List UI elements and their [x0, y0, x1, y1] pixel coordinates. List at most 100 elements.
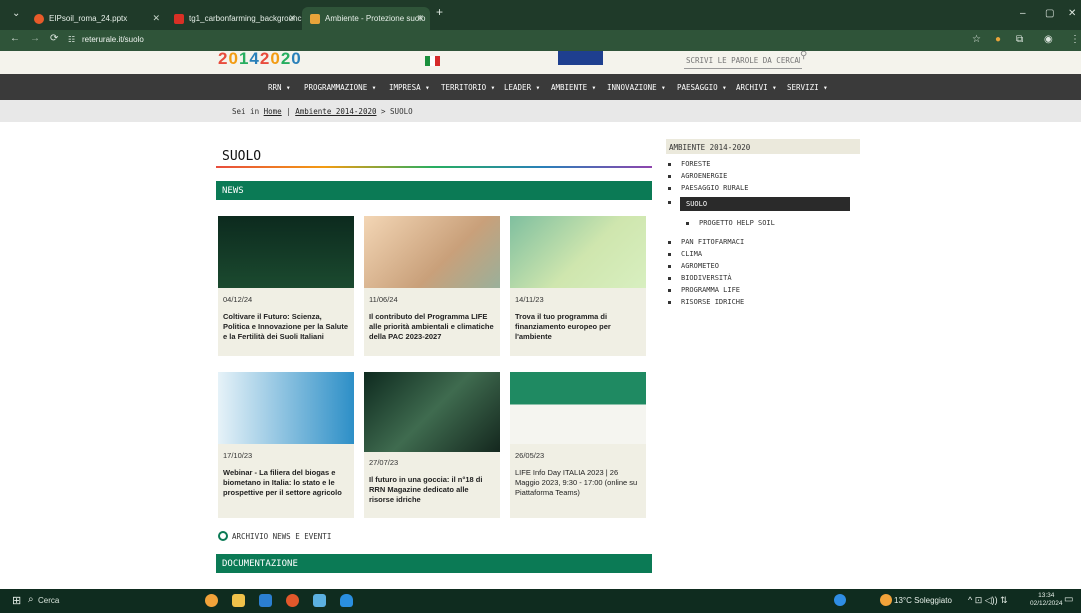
news-card-image	[218, 216, 354, 288]
forward-arrow-icon[interactable]: →	[30, 33, 40, 44]
address-bar: ← → ⟳ ☷ reterurale.it/suolo ☆ ● ⧉ ◉ ⋮	[0, 30, 1081, 51]
news-card-title[interactable]: LIFE Info Day ITALIA 2023 | 26 Maggio 20…	[515, 468, 641, 498]
site-logo[interactable]: 20142020	[218, 51, 302, 69]
web-page: 20142020 ⚲ RRN ▾ PROGRAMMAZIONE ▾ IMPRES…	[0, 51, 1081, 589]
weather-text[interactable]: 13°C Soleggiato	[894, 596, 952, 605]
menu-kebab-icon[interactable]: ⋮	[1070, 34, 1080, 45]
back-arrow-icon[interactable]: ←	[10, 33, 20, 44]
news-section-bar: NEWS	[216, 181, 652, 200]
page-title: SUOLO	[222, 149, 262, 164]
main-navigation: RRN ▾ PROGRAMMAZIONE ▾ IMPRESA ▾ TERRITO…	[0, 74, 1081, 100]
sidebar-item-agroenergie[interactable]: AGROENERGIE	[668, 172, 727, 180]
news-card-title[interactable]: Webinar - La filiera del biogas e biomet…	[223, 468, 349, 498]
news-card-image	[218, 372, 354, 444]
notifications-icon[interactable]: ▭	[1064, 594, 1073, 605]
sidebar-item-paesaggio-rurale[interactable]: PAESAGGIO RURALE	[668, 184, 748, 192]
minimize-icon[interactable]: –	[1020, 8, 1026, 19]
windows-start-icon[interactable]: ⊞	[12, 594, 21, 607]
search-icon[interactable]: ⚲	[800, 51, 807, 61]
news-card-title[interactable]: Il futuro in una goccia: il n°18 di RRN …	[369, 475, 495, 505]
news-card[interactable]: 27/07/23 Il futuro in una goccia: il n°1…	[364, 372, 500, 518]
nav-item-programmazione[interactable]: PROGRAMMAZIONE ▾	[304, 83, 376, 92]
news-card-date: 17/10/23	[223, 451, 253, 460]
news-card[interactable]: 17/10/23 Webinar - La filiera del biogas…	[218, 372, 354, 518]
nav-item-leader[interactable]: LEADER ▾	[504, 83, 540, 92]
nav-item-ambiente[interactable]: AMBIENTE ▾	[551, 83, 596, 92]
breadcrumb-current: SUOLO	[390, 107, 413, 116]
site-info-icon[interactable]: ☷	[68, 35, 75, 44]
breadcrumb-section-link[interactable]: Ambiente 2014-2020	[295, 107, 376, 116]
nav-item-rrn[interactable]: RRN ▾	[268, 83, 291, 92]
taskbar-clock[interactable]: 13:34 02/12/2024	[1030, 592, 1063, 608]
weather-sun-icon	[880, 594, 892, 606]
browser-tab-bar: ⌄ EIPsoil_roma_24.pptx ✕ tg1_carbonfarmi…	[0, 0, 1081, 30]
tab-pdf[interactable]: tg1_carbonfarming_backgrounc ✕	[166, 7, 302, 30]
maximize-icon[interactable]: ▢	[1045, 8, 1054, 19]
outlook-icon[interactable]	[259, 594, 272, 607]
tab-list-chevron-icon[interactable]: ⌄	[12, 8, 20, 19]
nav-item-servizi[interactable]: SERVIZI ▾	[787, 83, 828, 92]
breadcrumb-home-link[interactable]: Home	[264, 107, 282, 116]
reload-icon[interactable]: ⟳	[50, 33, 58, 44]
news-card-date: 11/06/24	[369, 295, 398, 304]
sidebar-item-foreste[interactable]: FORESTE	[668, 160, 711, 168]
search-input[interactable]	[684, 52, 802, 69]
news-card-image	[364, 372, 500, 452]
close-window-icon[interactable]: ✕	[1068, 8, 1076, 19]
extension-icon[interactable]: ●	[995, 34, 1001, 45]
sidebar-item-progetto-help-soil[interactable]: PROGETTO HELP SOIL	[686, 219, 775, 227]
news-card-date: 04/12/24	[223, 295, 253, 304]
title-rule	[216, 166, 652, 168]
tab-ambiente[interactable]: Ambiente - Protezione suolo ✕	[302, 7, 430, 30]
sidebar-item-biodiversita[interactable]: BIODIVERSITÀ	[668, 274, 732, 282]
onedrive-icon[interactable]	[340, 594, 353, 607]
news-card-title[interactable]: Il contributo del Programma LIFE alle pr…	[369, 312, 495, 342]
sidebar-item-agrometeo[interactable]: AGROMETEO	[668, 262, 719, 270]
news-card-title[interactable]: Trova il tuo programma di finanziamento …	[515, 312, 641, 342]
site-favicon-icon	[310, 13, 320, 24]
url-field[interactable]: reterurale.it/suolo	[82, 35, 144, 44]
news-card[interactable]: 26/05/23 LIFE Info Day ITALIA 2023 | 26 …	[510, 372, 646, 518]
news-card-image	[364, 216, 500, 288]
close-tab-icon[interactable]: ✕	[416, 13, 424, 24]
file-explorer-icon[interactable]	[232, 594, 245, 607]
close-tab-icon[interactable]: ✕	[288, 13, 296, 24]
bookmark-star-icon[interactable]: ☆	[972, 34, 981, 45]
nav-item-innovazione[interactable]: INNOVAZIONE ▾	[607, 83, 666, 92]
nav-item-paesaggio[interactable]: PAESAGGIO ▾	[677, 83, 727, 92]
powerpoint-icon[interactable]	[286, 594, 299, 607]
breadcrumb: Sei in Home | Ambiente 2014-2020 > SUOLO	[232, 107, 413, 116]
news-card[interactable]: 14/11/23 Trova il tuo programma di finan…	[510, 216, 646, 356]
new-tab-plus-icon[interactable]: +	[436, 5, 443, 19]
news-card-title[interactable]: Coltivare il Futuro: Scienza, Politica e…	[223, 312, 349, 342]
sidebar-item-clima[interactable]: CLIMA	[668, 250, 702, 258]
nav-item-territorio[interactable]: TERRITORIO ▾	[441, 83, 495, 92]
sidebar-item-pan-fitofarmaci[interactable]: PAN FITOFARMACI	[668, 238, 744, 246]
close-tab-icon[interactable]: ✕	[152, 13, 160, 24]
nav-item-impresa[interactable]: IMPRESA ▾	[389, 83, 430, 92]
nav-item-archivi[interactable]: ARCHIVI ▾	[736, 83, 777, 92]
archive-bullet-icon	[218, 531, 228, 541]
taskbar-search-box[interactable]: Cerca	[38, 596, 59, 605]
documentation-section-bar: DOCUMENTAZIONE	[216, 554, 652, 573]
teams-icon[interactable]	[313, 594, 326, 607]
tab-pptx[interactable]: EIPsoil_roma_24.pptx ✕	[26, 7, 166, 30]
tab-label: Ambiente - Protezione suolo	[325, 14, 426, 23]
news-card[interactable]: 04/12/24 Coltivare il Futuro: Scienza, P…	[218, 216, 354, 356]
eu-flag-icon	[558, 51, 603, 65]
news-card-date: 14/11/23	[515, 295, 544, 304]
tab-label: EIPsoil_roma_24.pptx	[49, 14, 128, 23]
news-card[interactable]: 11/06/24 Il contributo del Programma LIF…	[364, 216, 500, 356]
system-tray-icons[interactable]: ^ ⊡ ◁)) ⇅	[968, 595, 1008, 606]
pdf-icon	[174, 13, 184, 24]
profile-avatar-icon[interactable]: ◉	[1044, 34, 1053, 45]
sidebar-item-risorse-idriche[interactable]: RISORSE IDRICHE	[668, 298, 744, 306]
sidebar-item-suolo[interactable]: SUOLO	[680, 197, 850, 211]
sidebar-item-programma-life[interactable]: PROGRAMMA LIFE	[668, 286, 740, 294]
help-icon[interactable]	[834, 594, 846, 606]
archive-link[interactable]: ARCHIVIO NEWS E EVENTI	[218, 531, 331, 541]
os-taskbar: ⊞ ⌕ Cerca 13°C Soleggiato ^ ⊡ ◁)) ⇅ 13:3…	[0, 589, 1081, 613]
extensions-puzzle-icon[interactable]: ⧉	[1016, 34, 1023, 45]
breadcrumb-bar: Sei in Home | Ambiente 2014-2020 > SUOLO	[0, 100, 1081, 122]
chrome-icon[interactable]	[205, 594, 218, 607]
